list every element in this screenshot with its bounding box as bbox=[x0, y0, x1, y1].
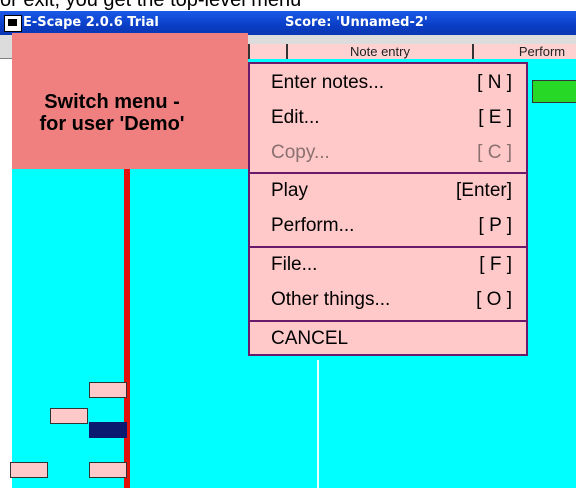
menu-item-copy[interactable]: Copy... [ C ] bbox=[250, 136, 526, 172]
note-block[interactable] bbox=[89, 382, 127, 398]
tab-previous[interactable] bbox=[248, 44, 286, 60]
menu-item-cancel[interactable]: CANCEL bbox=[250, 322, 526, 358]
selected-note-block[interactable] bbox=[89, 422, 127, 438]
switch-menu-line2: for user 'Demo' bbox=[39, 113, 185, 135]
menu-item-label: Edit... bbox=[271, 107, 320, 128]
note-block[interactable] bbox=[10, 462, 48, 478]
menu-item-file[interactable]: File... [ F ] bbox=[250, 248, 526, 284]
menu-item-shortcut: [ O ] bbox=[476, 289, 512, 310]
app-icon[interactable] bbox=[4, 15, 22, 32]
page-caption: or exit, you get the top-level menu bbox=[0, 0, 302, 11]
menu-item-label: Copy... bbox=[271, 142, 330, 163]
playhead-line[interactable] bbox=[124, 160, 130, 488]
switch-menu-popup: Enter notes... [ N ] Edit... [ E ] Copy.… bbox=[248, 62, 528, 356]
menu-item-shortcut: [Enter] bbox=[456, 180, 512, 201]
progress-indicator bbox=[532, 80, 576, 103]
menu-item-shortcut: [ N ] bbox=[477, 72, 512, 93]
menu-item-label: Enter notes... bbox=[271, 72, 385, 93]
note-block[interactable] bbox=[50, 408, 88, 424]
menu-item-label: Perform... bbox=[271, 215, 355, 236]
app-title: E-Scape 2.0.6 Trial bbox=[23, 15, 159, 30]
menu-item-label: CANCEL bbox=[271, 328, 349, 349]
tab-perform[interactable]: Perform bbox=[472, 44, 576, 60]
score-title: Score: 'Unnamed-2' bbox=[285, 15, 428, 30]
menu-item-shortcut: [ E ] bbox=[478, 107, 512, 128]
menu-item-shortcut: [ F ] bbox=[479, 254, 512, 275]
menu-item-label: Other things... bbox=[271, 289, 391, 310]
switch-menu-label: Switch menu - for user 'Demo' bbox=[2, 91, 222, 135]
menu-item-edit[interactable]: Edit... [ E ] bbox=[250, 101, 526, 137]
menu-item-perform[interactable]: Perform... [ P ] bbox=[250, 209, 526, 245]
user-switch-panel: Switch menu - for user 'Demo' bbox=[12, 33, 248, 169]
menu-item-other-things[interactable]: Other things... [ O ] bbox=[250, 283, 526, 319]
note-block[interactable] bbox=[89, 462, 127, 478]
menu-item-shortcut: [ C ] bbox=[477, 142, 512, 163]
bar-line bbox=[317, 360, 319, 488]
window-titlebar[interactable]: E-Scape 2.0.6 Trial Score: 'Unnamed-2' bbox=[0, 11, 576, 35]
menu-item-shortcut: [ P ] bbox=[478, 215, 512, 236]
menu-item-label: Play bbox=[271, 180, 308, 201]
menu-item-enter-notes[interactable]: Enter notes... [ N ] bbox=[250, 66, 526, 102]
menu-item-label: File... bbox=[271, 254, 318, 275]
tab-note-entry[interactable]: Note entry bbox=[286, 44, 472, 60]
menu-item-play[interactable]: Play [Enter] bbox=[250, 174, 526, 210]
switch-menu-line1: Switch menu - bbox=[44, 91, 180, 113]
